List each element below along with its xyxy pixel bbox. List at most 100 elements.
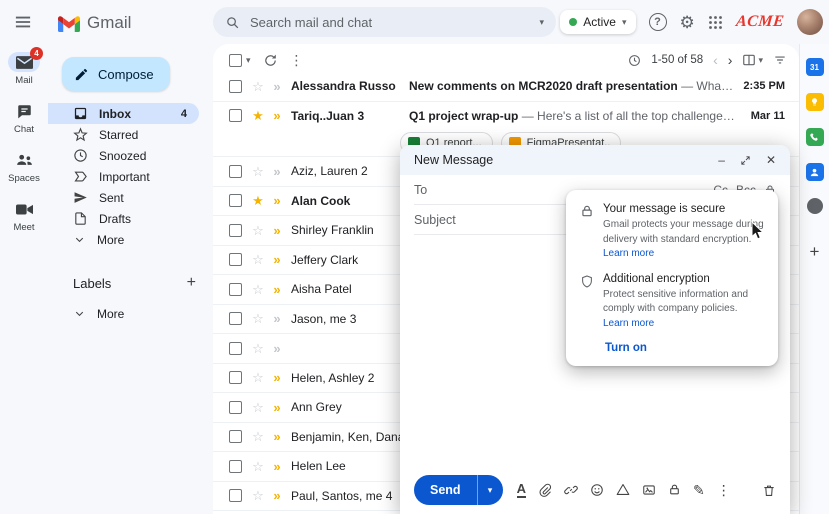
- drive-icon[interactable]: [616, 483, 630, 496]
- rail-item-mail[interactable]: 4 Mail: [8, 47, 43, 86]
- search-input[interactable]: Search mail and chat: [250, 15, 529, 30]
- email-row[interactable]: ☆ » Alessandra Russo New comments on MCR…: [213, 72, 799, 101]
- star-toggle-icon[interactable]: ☆: [251, 342, 265, 355]
- formatting-icon[interactable]: A: [516, 482, 526, 498]
- attach-icon[interactable]: [538, 483, 552, 497]
- add-label-button[interactable]: +: [187, 275, 196, 291]
- sidebar-item-snoozed[interactable]: Snoozed: [48, 145, 199, 166]
- contacts-icon[interactable]: [805, 163, 824, 181]
- search-options-caret-icon[interactable]: ▾: [539, 17, 544, 27]
- learn-more-link[interactable]: Learn more: [603, 318, 654, 329]
- row-checkbox[interactable]: [229, 371, 242, 385]
- search-bar[interactable]: Search mail and chat ▾: [213, 7, 556, 37]
- send-button[interactable]: Send ▾: [414, 475, 503, 505]
- importance-marker-icon[interactable]: »: [271, 194, 283, 207]
- voice-icon[interactable]: [805, 128, 824, 146]
- row-checkbox[interactable]: [229, 164, 242, 178]
- image-icon[interactable]: [642, 483, 656, 497]
- email-row[interactable]: ★ » Tariq..Juan 3 Q1 project wrap-up — H…: [213, 101, 799, 130]
- sidebar-item-more[interactable]: More: [48, 229, 199, 250]
- importance-marker-icon[interactable]: »: [271, 489, 283, 502]
- star-toggle-icon[interactable]: ☆: [251, 371, 265, 384]
- row-checkbox[interactable]: [229, 312, 242, 326]
- settings-gear-icon[interactable]: ⚙: [680, 14, 695, 31]
- emoji-icon[interactable]: [590, 483, 604, 497]
- help-icon[interactable]: ?: [648, 13, 667, 31]
- importance-marker-icon[interactable]: »: [271, 253, 283, 266]
- importance-marker-icon[interactable]: »: [271, 283, 283, 296]
- star-toggle-icon[interactable]: ★: [251, 194, 265, 207]
- star-toggle-icon[interactable]: ★: [251, 109, 265, 122]
- labels-more[interactable]: More: [48, 303, 199, 324]
- star-toggle-icon[interactable]: ☆: [251, 460, 265, 473]
- sidebar-item-inbox[interactable]: Inbox 4: [48, 103, 199, 124]
- addon-icon[interactable]: [806, 198, 823, 214]
- confidential-lock-icon[interactable]: [668, 483, 681, 496]
- keep-icon[interactable]: [805, 93, 824, 111]
- learn-more-link[interactable]: Learn more: [603, 248, 654, 259]
- rail-item-meet[interactable]: Meet: [8, 199, 40, 233]
- row-checkbox[interactable]: [229, 459, 242, 473]
- chevron-right-icon[interactable]: ›: [728, 53, 733, 67]
- importance-marker-icon[interactable]: »: [271, 80, 283, 93]
- row-checkbox[interactable]: [229, 400, 242, 414]
- get-addons-icon[interactable]: +: [810, 243, 820, 260]
- importance-marker-icon[interactable]: »: [271, 165, 283, 178]
- importance-marker-icon[interactable]: »: [271, 371, 283, 384]
- sidebar-item-sent[interactable]: Sent: [48, 187, 199, 208]
- more-options-icon[interactable]: ⋮: [290, 53, 304, 67]
- apps-grid-icon[interactable]: [708, 15, 723, 30]
- star-toggle-icon[interactable]: ☆: [251, 253, 265, 266]
- filter-icon[interactable]: [773, 53, 787, 67]
- star-toggle-icon[interactable]: ☆: [251, 401, 265, 414]
- importance-marker-icon[interactable]: »: [271, 342, 283, 355]
- star-toggle-icon[interactable]: ☆: [251, 80, 265, 93]
- star-toggle-icon[interactable]: ☆: [251, 165, 265, 178]
- row-checkbox[interactable]: [229, 109, 242, 123]
- split-view-toggle[interactable]: ▾: [742, 53, 763, 67]
- hamburger-menu-icon[interactable]: [15, 15, 31, 29]
- trash-icon[interactable]: [762, 483, 776, 498]
- row-checkbox[interactable]: [229, 489, 242, 503]
- row-checkbox[interactable]: [229, 282, 242, 296]
- select-all-checkbox[interactable]: [229, 53, 242, 67]
- importance-marker-icon[interactable]: »: [271, 460, 283, 473]
- availability-status-dropdown[interactable]: Active ▾: [560, 10, 636, 34]
- minimize-icon[interactable]: –: [718, 154, 725, 166]
- star-toggle-icon[interactable]: ☆: [251, 224, 265, 237]
- select-dropdown-caret-icon[interactable]: ▾: [246, 55, 251, 65]
- turn-on-button[interactable]: Turn on: [605, 342, 764, 354]
- chevron-left-icon[interactable]: ‹: [713, 53, 718, 67]
- star-toggle-icon[interactable]: ☆: [251, 430, 265, 443]
- calendar-icon[interactable]: 31: [805, 58, 824, 76]
- row-checkbox[interactable]: [229, 223, 242, 237]
- rail-item-spaces[interactable]: Spaces: [8, 150, 40, 184]
- rail-item-chat[interactable]: Chat: [8, 101, 40, 135]
- row-checkbox[interactable]: [229, 194, 242, 208]
- importance-marker-icon[interactable]: »: [271, 109, 283, 122]
- sidebar-item-drafts[interactable]: Drafts: [48, 208, 199, 229]
- row-checkbox[interactable]: [229, 79, 242, 93]
- importance-marker-icon[interactable]: »: [271, 312, 283, 325]
- importance-marker-icon[interactable]: »: [271, 401, 283, 414]
- importance-marker-icon[interactable]: »: [271, 430, 283, 443]
- more-options-icon[interactable]: ⋮: [717, 483, 731, 497]
- importance-marker-icon[interactable]: »: [271, 224, 283, 237]
- star-toggle-icon[interactable]: ☆: [251, 312, 265, 325]
- star-toggle-icon[interactable]: ☆: [251, 283, 265, 296]
- row-checkbox[interactable]: [229, 430, 242, 444]
- sidebar-item-important[interactable]: Important: [48, 166, 199, 187]
- row-checkbox[interactable]: [229, 341, 242, 355]
- open-in-full-icon[interactable]: [740, 155, 751, 166]
- sidebar-item-starred[interactable]: Starred: [48, 124, 199, 145]
- row-checkbox[interactable]: [229, 253, 242, 267]
- compose-button[interactable]: Compose: [62, 57, 170, 91]
- compose-header[interactable]: New Message – ✕: [400, 145, 790, 175]
- star-toggle-icon[interactable]: ☆: [251, 489, 265, 502]
- signature-pen-icon[interactable]: ✎: [693, 483, 705, 497]
- send-options-caret-icon[interactable]: ▾: [477, 475, 503, 505]
- link-icon[interactable]: [564, 483, 578, 497]
- user-avatar[interactable]: [797, 9, 823, 35]
- close-icon[interactable]: ✕: [766, 154, 776, 166]
- refresh-icon[interactable]: [263, 53, 278, 68]
